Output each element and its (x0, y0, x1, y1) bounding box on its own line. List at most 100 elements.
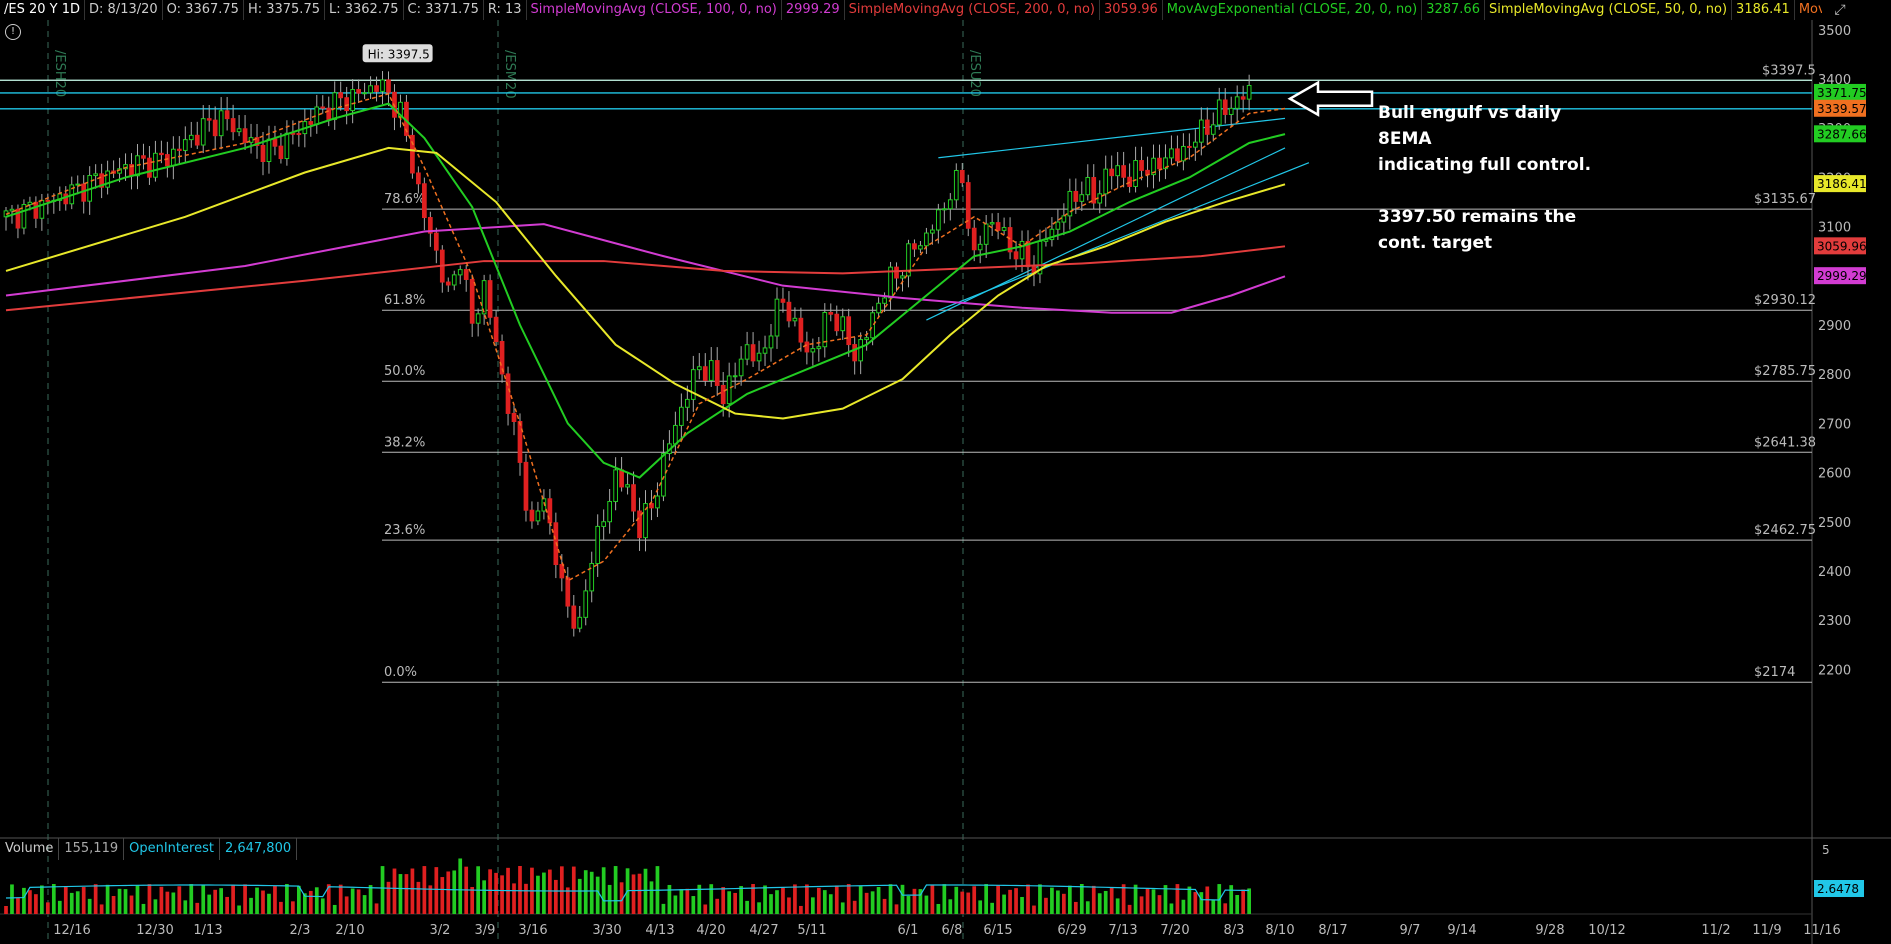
open-interest-label: OpenInterest (124, 838, 220, 860)
volume-bar (1038, 884, 1042, 914)
candle-body (433, 232, 439, 251)
volume-bar (231, 884, 235, 914)
volume-bar (990, 902, 994, 914)
open-label: O: 3367.75 (163, 0, 244, 20)
candle-body (684, 398, 690, 408)
fib-price-label: $2930.12 (1754, 293, 1816, 308)
volume-bar (285, 884, 289, 914)
candle-body (870, 312, 875, 339)
volume-bar (398, 874, 403, 914)
volume-bar (189, 884, 194, 914)
candle-body (1133, 160, 1138, 187)
candle-body (153, 152, 158, 178)
candle-body (708, 360, 714, 381)
candle-body (625, 484, 630, 488)
candle-body (595, 525, 601, 565)
candle-body (505, 373, 511, 414)
volume-label: Volume (0, 838, 60, 860)
candle-body (445, 281, 451, 286)
volume-bar (679, 889, 684, 914)
volume-bar (882, 898, 887, 914)
candle-body (33, 201, 39, 219)
volume-bar (81, 887, 86, 914)
volume-bar (906, 895, 911, 914)
volume-bar (894, 904, 899, 914)
axis-settings-icon[interactable]: ⤢ (1830, 0, 1850, 20)
study-label: SimpleMovingAvg (CLOSE, 50, 0, no) (1485, 0, 1733, 20)
candle-body (989, 222, 995, 225)
candle-body (463, 269, 469, 280)
volume-bar (763, 885, 767, 914)
candle-body (918, 245, 923, 250)
volume-bar (787, 897, 791, 914)
candle-body (613, 469, 618, 503)
volume-bar (757, 902, 761, 914)
candle-body (1204, 119, 1210, 135)
candle-body (577, 616, 583, 629)
volume-bar (195, 902, 200, 914)
volume-bar (45, 902, 50, 914)
x-tick-label: 4/13 (645, 923, 674, 938)
volume-bar (177, 886, 182, 914)
x-tick-label: 4/20 (696, 923, 725, 938)
volume-bar (1211, 899, 1216, 914)
candle-body (840, 316, 846, 332)
volume-bar (900, 884, 905, 914)
contract-label: /ESU20 (967, 50, 982, 97)
volume-axis-label: 5 (1822, 843, 1830, 857)
candle-body (798, 317, 804, 343)
candle-body (953, 169, 959, 201)
candle-body (1198, 119, 1204, 143)
y-tick-label: 2300 (1818, 614, 1851, 629)
y-tick-label: 2800 (1818, 368, 1851, 383)
candle-body (619, 469, 624, 488)
volume-bar (667, 884, 672, 914)
volume-bar (846, 884, 851, 914)
volume-bar (207, 894, 212, 914)
x-tick-label: 6/29 (1057, 923, 1086, 938)
volume-bar (10, 884, 14, 914)
candle-body (900, 275, 905, 279)
candle-body (846, 316, 852, 346)
fib-price-label: $2785.75 (1754, 364, 1816, 379)
symbol-label: /ES 20 Y 1D (0, 0, 86, 20)
study-label: SimpleMovingAvg (CLOSE, 200, 0, no) (845, 0, 1100, 20)
volume-bar (374, 903, 379, 914)
candle-body (380, 79, 385, 92)
volume-bar (28, 890, 32, 914)
volume-bar (1073, 901, 1078, 914)
candle-body (523, 461, 529, 511)
fib-pct-label: 78.6% (384, 192, 425, 207)
volume-bar (87, 898, 92, 914)
volume-bar (338, 884, 343, 914)
candle-body (810, 348, 816, 353)
volume-bar (822, 890, 827, 914)
open-interest-value: 2,647,800 (220, 838, 298, 860)
volume-bar (745, 900, 749, 914)
x-tick-label: 7/13 (1108, 923, 1137, 938)
volume-bar (876, 887, 881, 914)
volume-bar (715, 898, 720, 914)
candle-body (714, 360, 720, 386)
candle-body (983, 223, 989, 245)
contract-label: /ESH20 (52, 50, 67, 97)
candle-body (995, 222, 1001, 231)
x-tick-label: 5/11 (797, 923, 826, 938)
candle-body (1181, 145, 1186, 162)
x-tick-label: 8/3 (1224, 923, 1245, 938)
candle-body (27, 201, 33, 206)
volume-bar (1229, 885, 1234, 914)
candle-body (1013, 251, 1019, 260)
candle-body (1001, 227, 1007, 231)
volume-bar (1002, 894, 1006, 914)
volume-bar (249, 897, 253, 914)
fib-pct-label: 0.0% (384, 665, 417, 680)
candle-body (959, 169, 965, 184)
fib-price-label: $2174 (1754, 665, 1795, 680)
x-tick-label: 6/1 (898, 923, 919, 938)
volume-bar (1026, 884, 1030, 914)
volume-bar (613, 866, 618, 914)
candle-body (679, 406, 684, 426)
candle-body (236, 128, 242, 133)
volume-bar (548, 869, 552, 914)
